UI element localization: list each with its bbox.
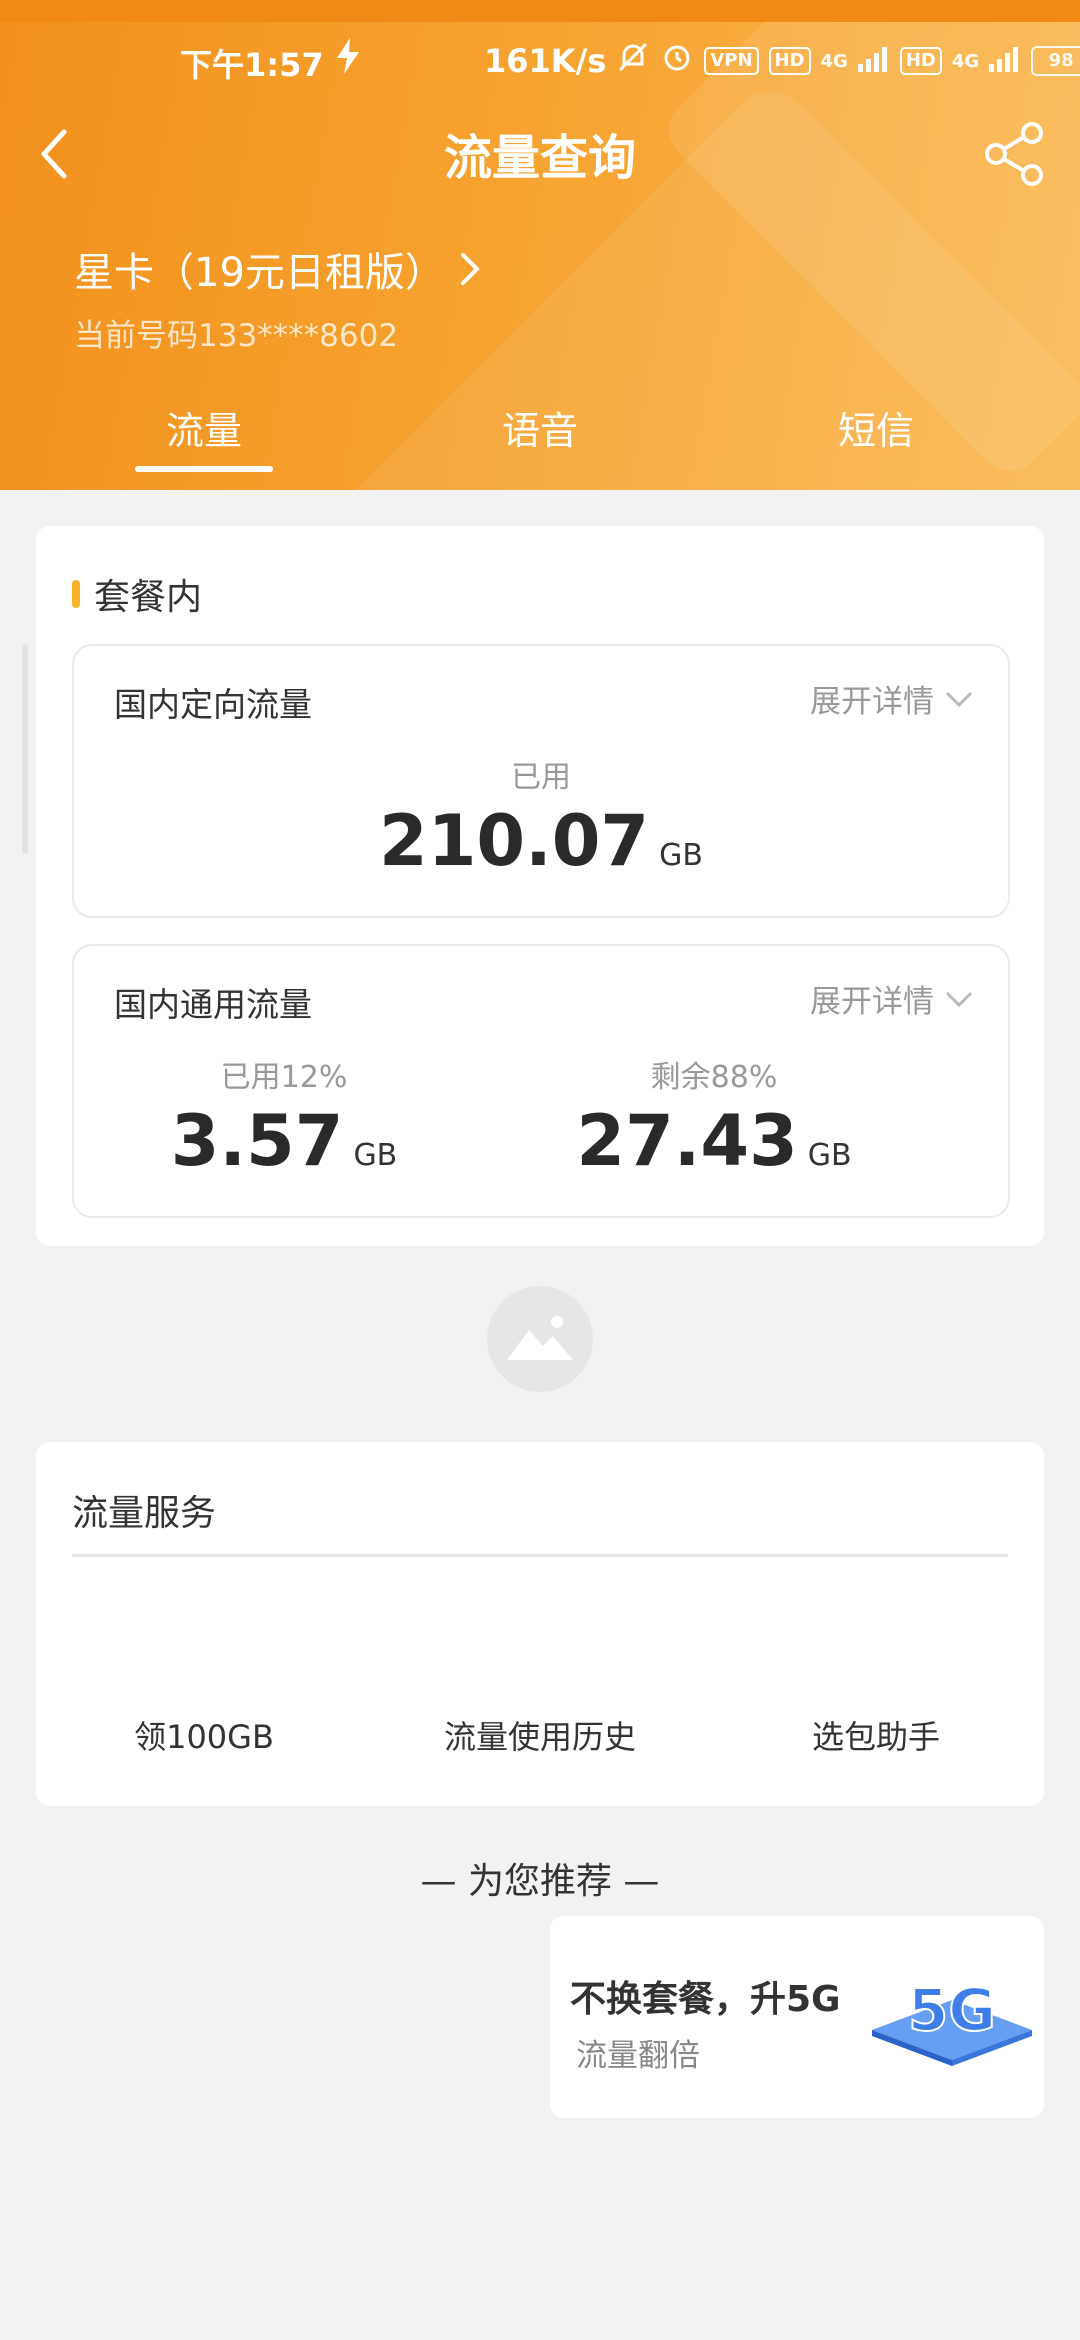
alarm-icon <box>660 40 694 82</box>
service-package-helper[interactable]: 选包助手 <box>726 1712 1026 1758</box>
general-expand-button[interactable]: 展开详情 <box>810 976 974 1021</box>
general-data-card: 国内通用流量 展开详情 已用12% 3.57 GB 剩余88% 27.43 GB <box>72 944 1010 1218</box>
hd-badge-1: HD <box>768 47 811 75</box>
mute-icon <box>616 40 650 82</box>
signal-icon-2 <box>989 42 1021 80</box>
charging-icon <box>335 38 361 82</box>
page-title: 流量查询 <box>443 130 636 186</box>
service-usage-history[interactable]: 流量使用历史 <box>390 1712 690 1758</box>
image-placeholder <box>487 1286 593 1392</box>
services-divider <box>72 1554 1008 1557</box>
general-remain-stat: 剩余88% 27.43 GB <box>514 1052 914 1182</box>
plan-name: 星卡（19元日租版） <box>74 250 445 296</box>
status-time: 下午1:57 <box>180 46 324 84</box>
directional-data-title: 国内定向流量 <box>114 685 312 724</box>
image-icon <box>507 1316 573 1360</box>
service-claim-100gb[interactable]: 领100GB <box>54 1712 354 1758</box>
expand-label: 展开详情 <box>810 984 934 1020</box>
badge-text: 5G <box>908 1976 996 2044</box>
status-bar: 下午1:57 161K/s VPN HD 4G HD 4G 98 <box>0 30 1080 94</box>
package-section-title: 套餐内 <box>94 577 203 618</box>
directional-expand-button[interactable]: 展开详情 <box>810 676 974 721</box>
share-button[interactable] <box>980 118 1050 188</box>
package-section-heading: 套餐内 <box>72 568 202 620</box>
chevron-right-icon <box>460 253 480 285</box>
used-unit: GB <box>659 838 703 873</box>
network-type-1: 4G <box>820 50 848 72</box>
remain-value: 27.43 <box>576 1100 798 1182</box>
remain-unit: GB <box>807 1138 852 1173</box>
used-value: 210.07 <box>379 800 650 882</box>
promo-title: 不换套餐，升5G <box>570 1979 841 2020</box>
hd-badge-2: HD <box>899 47 942 75</box>
status-icons: 161K/s VPN HD 4G HD 4G 98 <box>484 40 1080 82</box>
recommend-heading: — 为您推荐 — <box>420 1861 660 1902</box>
scroll-indicator <box>22 644 28 854</box>
signal-icon-1 <box>857 42 890 80</box>
network-speed: 161K/s <box>484 42 607 80</box>
services-title: 流量服务 <box>72 1493 217 1534</box>
used-unit: GB <box>353 1138 398 1173</box>
remain-percent-label: 剩余88% <box>650 1060 778 1095</box>
used-value: 3.57 <box>170 1100 344 1182</box>
plan-selector[interactable]: 星卡（19元日租版） <box>74 240 481 298</box>
share-icon <box>985 122 1043 186</box>
vpn-badge: VPN <box>704 47 759 75</box>
5g-badge-icon: 5G <box>862 1960 1042 2070</box>
tab-sms[interactable]: 短信 <box>756 400 996 455</box>
tab-data[interactable]: 流量 <box>84 400 324 455</box>
promo-subtitle: 流量翻倍 <box>576 2038 700 2074</box>
tab-active-indicator <box>135 466 273 472</box>
directional-used-stat: 已用 210.07 GB <box>74 752 1008 882</box>
general-used-stat: 已用12% 3.57 GB <box>114 1052 454 1182</box>
general-data-title: 国内通用流量 <box>114 985 312 1024</box>
used-label: 已用 <box>511 760 571 795</box>
directional-data-card: 国内定向流量 展开详情 已用 210.07 GB <box>72 644 1010 918</box>
phone-number: 当前号码133****8602 <box>74 318 399 354</box>
used-percent-label: 已用12% <box>220 1060 348 1095</box>
expand-label: 展开详情 <box>810 684 934 720</box>
tab-voice[interactable]: 语音 <box>420 400 660 455</box>
battery-icon: 98 <box>1031 46 1080 76</box>
chevron-down-icon <box>945 991 973 1007</box>
section-accent-bar <box>72 580 80 608</box>
network-type-2: 4G <box>951 50 980 72</box>
chevron-down-icon <box>945 691 973 707</box>
top-strip <box>0 0 1080 22</box>
